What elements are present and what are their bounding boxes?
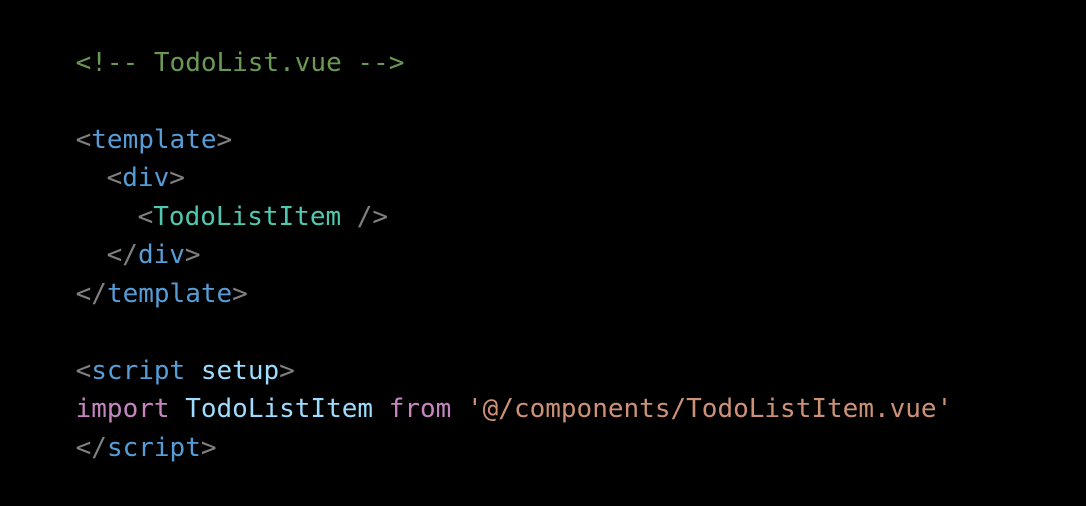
tag-close-bracket: > (169, 163, 185, 193)
script-tag-name: script (106, 432, 201, 463)
tag-close-bracket: > (184, 240, 201, 270)
tag-open-bracket: < (106, 163, 123, 193)
tag-end-open-bracket: </ (106, 240, 138, 270)
tag-close-bracket: > (200, 432, 217, 463)
from-keyword: from (388, 394, 452, 424)
code-editor: <!-- TodoList.vue --> <template> <div> <… (0, 0, 1086, 463)
tag-close-bracket: > (232, 278, 248, 309)
template-tag-name: template (106, 278, 233, 309)
import-keyword: import (75, 394, 170, 424)
html-comment: <!-- TodoList.vue --> (75, 47, 405, 78)
div-tag-name: div (137, 240, 185, 270)
tag-open-bracket: < (75, 355, 92, 386)
tag-end-open-bracket: </ (75, 278, 107, 309)
tag-close-bracket: > (216, 124, 233, 155)
tag-close-bracket: > (279, 355, 295, 386)
todo-list-item-component-tag: TodoListItem (153, 201, 342, 232)
code-line-1: <!-- TodoList.vue --> (13, 5, 1086, 78)
script-tag-name: script (91, 355, 186, 386)
setup-attribute: setup (200, 355, 280, 386)
tag-open-bracket: < (137, 201, 154, 232)
import-identifier: TodoListItem (185, 394, 374, 424)
code-line-9: <script setup> (13, 313, 1086, 386)
tag-end-open-bracket: </ (75, 432, 107, 463)
div-tag-name: div (122, 163, 170, 193)
tag-open-bracket: < (75, 124, 92, 155)
code-line-3: <template> (13, 82, 1086, 155)
template-tag-name: template (91, 124, 217, 155)
import-path-string: '@/components/TodoListItem.vue' (466, 394, 953, 424)
self-closing-bracket: /> (341, 201, 389, 232)
